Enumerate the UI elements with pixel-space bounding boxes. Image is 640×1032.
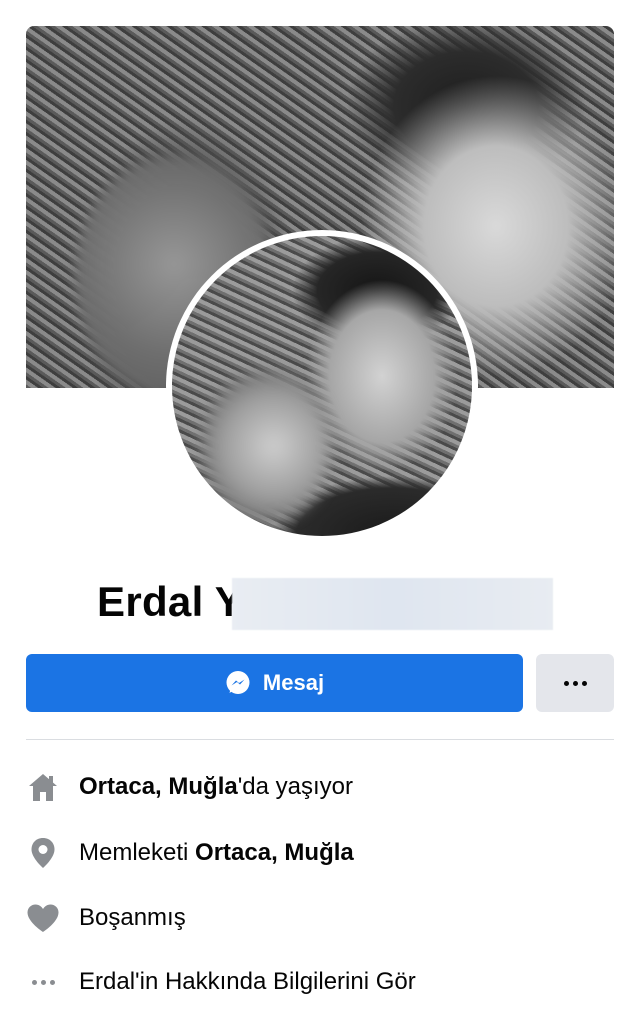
divider — [26, 739, 614, 740]
relationship-status: Boşanmış — [79, 904, 186, 931]
info-lives-in-text: Ortaca, Muğla'da yaşıyor — [79, 773, 353, 801]
profile-name-row: Erdal Y — [0, 572, 640, 632]
profile-picture[interactable] — [172, 236, 472, 536]
hometown-prefix: Memleketi — [79, 839, 196, 866]
info-relationship: Boşanmış — [0, 894, 640, 942]
info-hometown-text: Memleketi Ortaca, Muğla — [79, 839, 354, 867]
lives-in-city[interactable]: Ortaca, Muğla — [79, 773, 238, 800]
profile-page: Erdal Y Mesaj Ortaca, Muğla'da yaşıyor M… — [0, 0, 640, 1032]
location-pin-icon — [26, 836, 60, 870]
see-about-link[interactable]: Erdal'in Hakkında Bilgilerini Gör — [79, 968, 416, 996]
lives-in-suffix: 'da yaşıyor — [237, 773, 354, 800]
heart-icon — [26, 901, 60, 935]
profile-blurred-region — [202, 371, 332, 521]
info-hometown: Memleketi Ortaca, Muğla — [0, 829, 640, 877]
home-icon — [26, 770, 60, 804]
more-options-button[interactable] — [536, 654, 614, 712]
hometown-city[interactable]: Ortaca, Muğla — [195, 839, 354, 866]
message-button[interactable]: Mesaj — [26, 654, 523, 712]
profile-name: Erdal Y — [97, 578, 244, 625]
name-redaction — [232, 578, 553, 630]
more-dots-icon — [563, 680, 587, 686]
info-see-about[interactable]: Erdal'in Hakkında Bilgilerini Gör — [0, 958, 640, 1006]
profile-picture-frame — [166, 230, 478, 542]
message-button-label: Mesaj — [262, 670, 325, 695]
messenger-icon — [226, 671, 250, 694]
more-dots-icon — [26, 965, 60, 999]
info-lives-in: Ortaca, Muğla'da yaşıyor — [0, 763, 640, 811]
